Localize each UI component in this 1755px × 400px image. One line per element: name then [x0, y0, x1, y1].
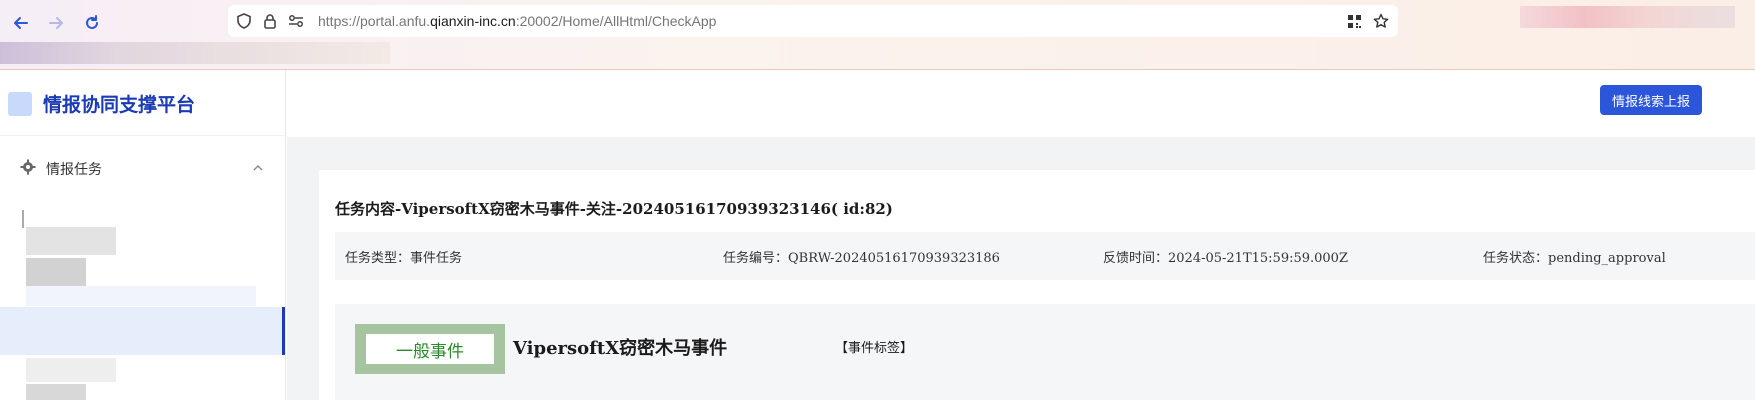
sidebar-divider — [0, 135, 286, 136]
task-type: 任务类型：事件任务 — [345, 251, 463, 266]
feedback-time: 反馈时间：2024-05-21T15:59:59.000Z — [1103, 251, 1348, 266]
forward-arrow-icon — [49, 17, 63, 29]
redacted-menu-item — [26, 227, 116, 255]
task-info-row: 任务类型：事件任务 任务编号：QBRW-20240516170939323186… — [335, 232, 1755, 280]
reload-button[interactable] — [79, 10, 105, 36]
top-header: 情报线索上报 — [287, 70, 1755, 137]
redacted-menu-item — [26, 258, 86, 286]
app-logo — [8, 92, 32, 116]
address-bar[interactable]: https://portal.anfu.qianxin-inc.cn:20002… — [228, 5, 1398, 37]
browser-toolbar: https://portal.anfu.qianxin-inc.cn:20002… — [0, 0, 1755, 70]
event-level-label: 一般事件 — [366, 334, 494, 364]
sidebar: 情报协同支撑平台 情报任务 — [0, 70, 286, 400]
url-text[interactable]: https://portal.anfu.qianxin-inc.cn:20002… — [318, 13, 716, 29]
report-intel-lead-button[interactable]: 情报线索上报 — [1600, 85, 1702, 115]
lock-icon[interactable] — [262, 13, 278, 29]
redacted-bookmarks-area — [0, 42, 390, 64]
event-level-badge: 一般事件 — [355, 324, 505, 374]
site-permissions-icon[interactable] — [288, 13, 304, 29]
redacted-toolbar-area — [1520, 6, 1735, 28]
shield-icon[interactable] — [236, 13, 252, 29]
event-name: VipersoftX窃密木马事件 — [513, 338, 728, 359]
redacted-menu-item — [26, 384, 86, 400]
bookmark-star-icon[interactable] — [1373, 13, 1389, 29]
back-button[interactable] — [8, 10, 34, 36]
sidebar-item-active[interactable] — [0, 307, 285, 355]
event-section: 一般事件 VipersoftX窃密木马事件 【事件标签】 — [335, 304, 1755, 400]
menu-group-intel-tasks[interactable]: 情报任务 — [0, 150, 286, 186]
task-number: 任务编号：QBRW-20240516170939323186 — [723, 251, 1000, 266]
main-content: 任务内容-VipersoftX窃密木马事件-关注-202405161709393… — [287, 137, 1755, 400]
event-tags-label: 【事件标签】 — [835, 341, 914, 356]
menu-group-label: 情报任务 — [46, 162, 102, 178]
task-status: 任务状态：pending_approval — [1483, 251, 1666, 266]
app-title: 情报协同支撑平台 — [43, 94, 196, 116]
url-domain: qianxin-inc.cn — [430, 13, 516, 29]
redacted-tree-line — [22, 210, 24, 228]
task-title: 任务内容-VipersoftX窃密木马事件-关注-202405161709393… — [335, 200, 893, 218]
url-prefix: https://portal.anfu. — [318, 13, 431, 29]
redacted-menu-item — [26, 358, 116, 382]
gear-icon — [20, 159, 36, 175]
url-path: :20002/Home/AllHtml/CheckApp — [515, 13, 717, 29]
forward-button[interactable] — [43, 10, 69, 36]
chevron-up-icon[interactable] — [252, 162, 264, 174]
sidebar-active-indicator — [282, 307, 285, 355]
reload-icon — [86, 15, 98, 29]
redacted-menu-item — [26, 286, 256, 306]
qr-code-icon[interactable] — [1346, 13, 1362, 29]
task-detail-card: 任务内容-VipersoftX窃密木马事件-关注-202405161709393… — [319, 170, 1755, 400]
back-arrow-icon — [14, 17, 28, 29]
